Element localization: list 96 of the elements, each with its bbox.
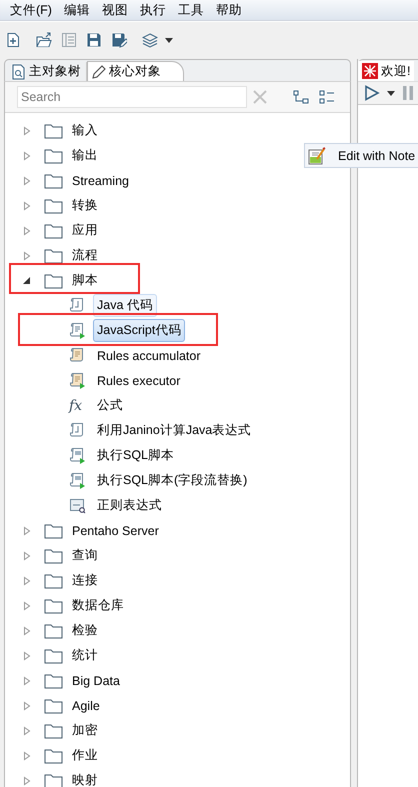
notepad-icon <box>308 146 326 164</box>
tree-item[interactable]: 数据仓库 <box>70 596 126 615</box>
folder-icon <box>44 272 63 288</box>
script-icon <box>69 422 86 439</box>
tree-item[interactable]: Big Data <box>70 672 122 688</box>
tree-view-icon[interactable] <box>293 90 309 104</box>
tree-item[interactable]: 流程 <box>70 246 100 265</box>
tree-item[interactable]: Pentaho Server <box>70 522 161 538</box>
menu-item[interactable]: 工具 <box>172 2 210 18</box>
folder-icon <box>44 598 63 614</box>
pause-icon[interactable] <box>402 85 414 101</box>
menu-item[interactable]: 帮助 <box>210 2 248 18</box>
tree-item[interactable]: 脚本 <box>70 271 100 290</box>
folder-icon <box>44 722 63 738</box>
folder-icon <box>44 648 63 664</box>
expand-arrow-icon[interactable] <box>22 550 31 560</box>
expand-arrow-icon[interactable] <box>22 576 31 586</box>
folder-icon <box>44 748 63 764</box>
tree-item[interactable]: Rules accumulator <box>93 346 205 366</box>
expand-arrow-icon[interactable] <box>22 776 31 786</box>
tree-item[interactable]: 输出 <box>70 146 100 165</box>
folder-icon <box>44 248 63 264</box>
expand-arrow-icon[interactable] <box>22 600 31 610</box>
search-field[interactable]: Search <box>17 86 247 108</box>
tree-item[interactable]: 映射 <box>70 771 100 787</box>
new-file-icon[interactable] <box>5 32 21 48</box>
save-as-icon[interactable] <box>111 32 127 48</box>
layers-icon[interactable] <box>142 32 158 48</box>
expand-arrow-icon[interactable] <box>22 226 31 236</box>
folder-icon <box>44 222 63 238</box>
expand-arrow-icon[interactable] <box>22 676 31 686</box>
expand-arrow-icon[interactable] <box>22 626 31 636</box>
tree-item[interactable]: Rules executor <box>93 370 184 390</box>
tree-item[interactable]: 查询 <box>70 546 100 565</box>
menu-item[interactable]: 文件(F) <box>4 2 58 18</box>
folder-icon <box>44 698 63 714</box>
tree-item[interactable]: JavaScript代码 <box>93 319 186 342</box>
folder-icon <box>44 172 63 188</box>
pencil-icon <box>91 64 106 80</box>
database-script-icon <box>69 447 86 464</box>
folder-icon <box>44 148 63 164</box>
open-folder-icon[interactable] <box>36 32 52 48</box>
clear-icon[interactable] <box>253 90 267 104</box>
editor-tab[interactable]: 欢迎! <box>358 61 414 81</box>
tree-item[interactable]: 执行SQL脚本(字段流替换) <box>93 469 252 492</box>
database-script-icon <box>69 472 86 489</box>
tree-item[interactable]: Java 代码 <box>93 294 157 317</box>
tree-item[interactable]: 公式 <box>93 394 127 417</box>
tree-item[interactable]: 执行SQL脚本 <box>93 444 178 467</box>
collapse-arrow-icon[interactable] <box>22 276 31 286</box>
regex-search-icon <box>69 497 86 514</box>
welcome-icon <box>362 63 378 79</box>
tree-item[interactable]: 加密 <box>70 721 100 740</box>
tree-item[interactable]: Streaming <box>70 172 131 188</box>
folder-icon <box>44 622 63 638</box>
expand-arrow-icon[interactable] <box>22 726 31 736</box>
panel-tab[interactable]: 核心对象 <box>87 61 184 81</box>
save-icon[interactable] <box>86 32 102 48</box>
tree-item[interactable]: 输入 <box>70 121 100 140</box>
folder-icon <box>44 572 63 588</box>
tree-item[interactable]: Agile <box>70 698 102 714</box>
list-view-icon[interactable] <box>319 90 335 104</box>
expand-arrow-icon[interactable] <box>22 700 31 710</box>
expand-arrow-icon[interactable] <box>22 650 31 660</box>
run-icon[interactable] <box>364 85 380 101</box>
script-icon <box>69 297 86 314</box>
expand-arrow-icon[interactable] <box>22 526 31 536</box>
scroll-icon <box>69 347 86 364</box>
context-menu-item[interactable]: Edit with Note <box>304 143 418 168</box>
menu-item[interactable]: 执行 <box>134 2 172 18</box>
folder-icon <box>44 122 63 138</box>
tree-item[interactable]: 应用 <box>70 221 100 240</box>
expand-arrow-icon[interactable] <box>22 150 31 160</box>
tree-item[interactable]: 正则表达式 <box>93 494 166 517</box>
expand-arrow-icon[interactable] <box>22 176 31 186</box>
folder-icon <box>44 672 63 688</box>
folder-icon <box>44 522 63 538</box>
formula-icon: fx <box>69 398 86 414</box>
scroll-run-icon <box>69 372 86 389</box>
tree-item[interactable]: 作业 <box>70 746 100 765</box>
caret-icon[interactable] <box>387 90 395 96</box>
caret-icon[interactable] <box>165 38 173 42</box>
folder-icon <box>44 198 63 214</box>
script-run-icon <box>69 322 86 339</box>
menu-item[interactable]: 视图 <box>96 2 134 18</box>
tree-item[interactable]: 转换 <box>70 196 100 215</box>
menu-item[interactable]: 编辑 <box>58 2 96 18</box>
tree-item[interactable]: 检验 <box>70 621 100 640</box>
folder-icon <box>44 548 63 564</box>
expand-arrow-icon[interactable] <box>22 250 31 260</box>
tree-item[interactable]: 连接 <box>70 571 100 590</box>
expand-arrow-icon[interactable] <box>22 126 31 136</box>
expand-arrow-icon[interactable] <box>22 200 31 210</box>
tree-item[interactable]: 统计 <box>70 646 100 665</box>
expand-arrow-icon[interactable] <box>22 750 31 760</box>
tree-item[interactable]: 利用Janino计算Java表达式 <box>93 419 256 442</box>
